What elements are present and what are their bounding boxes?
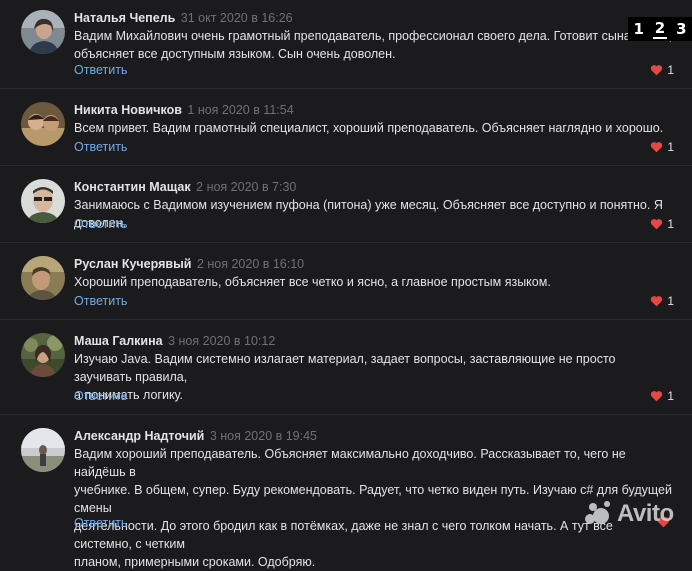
comment-item: Никита Новичков 1 ноя 2020 в 11:54 Всем … <box>0 88 692 166</box>
pagination: 1 2 3 <box>628 17 692 41</box>
comment-text: Всем привет. Вадим грамотный специалист,… <box>74 119 674 137</box>
reply-link[interactable]: Ответить <box>74 217 127 231</box>
comment-date: 3 ноя 2020 в 19:45 <box>209 429 318 443</box>
comment-text-line: а понимать логику. <box>74 388 184 402</box>
comment-text: Занимаюсь с Вадимом изучением пуфона (пи… <box>74 196 674 232</box>
avatar[interactable] <box>21 102 65 146</box>
reply-link[interactable]: Ответить <box>74 516 127 530</box>
comment-text: Вадим Михайлович очень грамотный препода… <box>74 27 674 63</box>
comment-date: 1 ноя 2020 в 11:54 <box>187 103 294 117</box>
avatar[interactable] <box>21 179 65 223</box>
like-button[interactable]: 1 <box>650 294 674 308</box>
comment-item: Константин Мащак 2 ноя 2020 в 7:30 Заним… <box>0 165 692 243</box>
heart-icon <box>651 219 663 230</box>
heart-icon <box>651 391 663 402</box>
comment-author[interactable]: Александр Надточий <box>74 429 204 443</box>
comment-date: 3 ноя 2020 в 10:12 <box>168 334 276 348</box>
comment-author[interactable]: Руслан Кучерявый <box>74 257 191 271</box>
page-3-link[interactable]: 3 <box>674 20 688 38</box>
comment-text-line: Вадим Михайлович очень грамотный препода… <box>74 29 673 43</box>
comment-author[interactable]: Константин Мащак <box>74 180 191 194</box>
comment-author[interactable]: Маша Галкина <box>74 334 163 348</box>
like-button[interactable]: 1 <box>650 217 674 231</box>
page-1-link[interactable]: 1 <box>631 20 645 38</box>
comment-item: Наталья Чепель 31 окт 2020 в 16:26 Вадим… <box>0 0 692 89</box>
comment-date: 2 ноя 2020 в 7:30 <box>196 180 297 194</box>
like-count: 1 <box>667 217 674 231</box>
reply-link[interactable]: Ответить <box>74 140 127 154</box>
comment-item: Руслан Кучерявый 2 ноя 2020 в 16:10 Хоро… <box>0 242 692 320</box>
comment-author[interactable]: Наталья Чепель <box>74 11 175 25</box>
comment-author[interactable]: Никита Новичков <box>74 103 182 117</box>
watermark-text: Avito <box>617 500 674 527</box>
heart-icon <box>651 65 663 76</box>
reply-link[interactable]: Ответить <box>74 294 127 308</box>
comment-date: 2 ноя 2020 в 16:10 <box>196 257 305 271</box>
like-count: 1 <box>667 294 674 308</box>
comment-item: Маша Галкина 3 ноя 2020 в 10:12 Изучаю J… <box>0 319 692 415</box>
avatar[interactable] <box>21 333 65 377</box>
comment-text-line: объясняет все доступным языком. Сын очен… <box>74 47 396 61</box>
like-count: 1 <box>667 389 674 403</box>
page-2-link[interactable]: 2 <box>652 19 668 39</box>
avatar[interactable] <box>21 10 65 54</box>
heart-icon <box>651 142 663 153</box>
avatar[interactable] <box>21 256 65 300</box>
like-count: 1 <box>667 63 674 77</box>
comment-text-line: Вадим хороший преподаватель. Объясняет м… <box>74 447 626 479</box>
comment-text-line: Занимаюсь с Вадимом изучением пуфона (пи… <box>74 198 663 230</box>
like-button[interactable]: 1 <box>650 63 674 77</box>
reply-link[interactable]: Ответить <box>74 389 127 403</box>
reply-link[interactable]: Ответить <box>74 63 127 77</box>
comment-text-line: Изучаю Java. Вадим системно излагает мат… <box>74 352 616 384</box>
comment-date: 31 окт 2020 в 16:26 <box>180 11 293 25</box>
avito-logo-icon <box>585 501 610 524</box>
avito-watermark: Avito <box>583 500 674 528</box>
like-button[interactable]: 1 <box>650 140 674 154</box>
comment-text-line: Всем привет. Вадим грамотный специалист,… <box>74 121 664 135</box>
comment-text: Хороший преподаватель, объясняет все чет… <box>74 273 674 291</box>
comment-text: Изучаю Java. Вадим системно излагает мат… <box>74 350 674 404</box>
like-button[interactable]: 1 <box>650 389 674 403</box>
avatar[interactable] <box>21 428 65 472</box>
comment-text-line: Хороший преподаватель, объясняет все чет… <box>74 275 551 289</box>
like-count: 1 <box>667 140 674 154</box>
heart-icon <box>651 296 663 307</box>
comment-text-line: планом, примерными сроками. Одобряю. <box>74 555 316 569</box>
